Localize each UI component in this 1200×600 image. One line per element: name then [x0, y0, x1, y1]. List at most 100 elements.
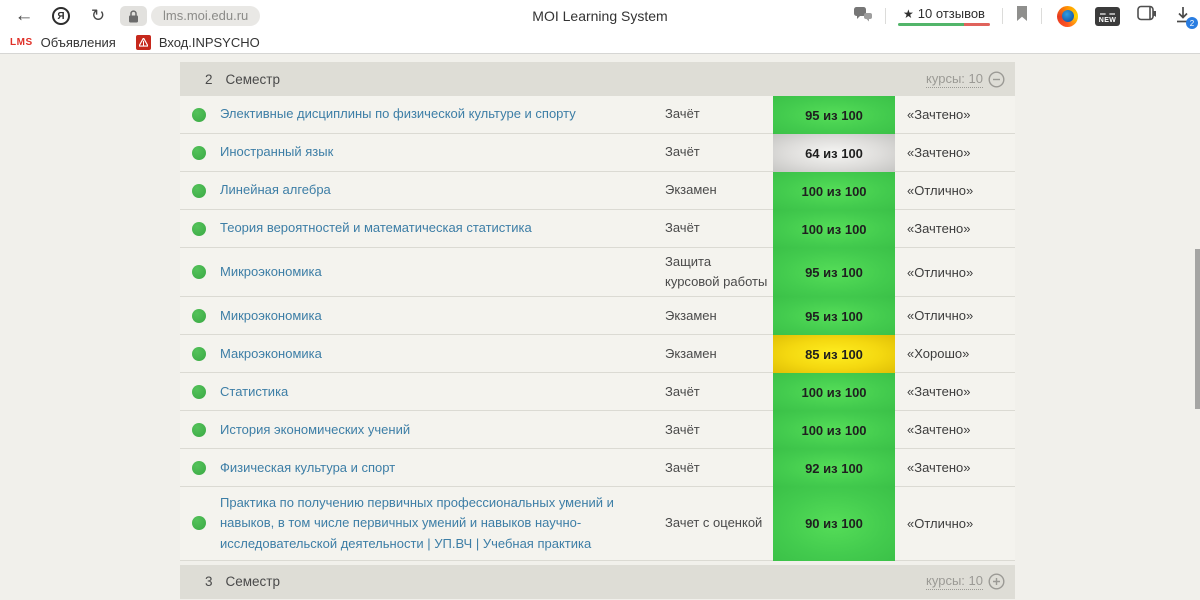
course-link[interactable]: Микроэкономика: [220, 306, 322, 326]
exam-type: Зачёт: [665, 459, 700, 475]
course-cell: Линейная алгебра: [180, 172, 665, 209]
course-link[interactable]: Практика по получению первичных професси…: [220, 493, 651, 553]
course-link[interactable]: Иностранный язык: [220, 142, 333, 162]
course-row: Теория вероятностей и математическая ста…: [180, 210, 1015, 248]
course-row: Иностранный язык Зачёт 64 из 100 «Зачтен…: [180, 134, 1015, 172]
grade: «Отлично»: [907, 264, 974, 280]
toolbar-right-cluster: ★ 10 отзывов NEW 2: [853, 0, 1198, 32]
reviews-label: 10 отзывов: [917, 6, 985, 21]
score-cell: 100 из 100: [773, 172, 895, 210]
collapse-icon[interactable]: [988, 70, 1005, 88]
course-cell: Практика по получению первичных професси…: [180, 487, 665, 559]
score-cell: 92 из 100: [773, 449, 895, 488]
grade: «Отлично»: [907, 183, 974, 198]
status-dot-icon: [192, 422, 206, 437]
course-cell: Статистика: [180, 373, 665, 410]
course-row: История экономических учений Зачёт 100 и…: [180, 411, 1015, 450]
semester-2-toggle[interactable]: курсы: 10: [926, 71, 1005, 88]
course-link[interactable]: Физическая культура и спорт: [220, 458, 395, 478]
semester-number: 3: [205, 574, 213, 590]
vertical-scrollbar[interactable]: [1195, 249, 1200, 409]
course-row: Физическая культура и спорт Зачёт 92 из …: [180, 449, 1015, 488]
exam-type: Экзамен: [665, 307, 717, 323]
star-icon: ★: [903, 6, 914, 21]
course-table-body: Элективные дисциплины по физической куль…: [180, 96, 1015, 561]
grades-table: 2 Семестр курсы: 10 Элективные дисциплин…: [180, 62, 1015, 599]
status-dot-icon: [192, 384, 206, 399]
course-link[interactable]: Теория вероятностей и математическая ста…: [220, 218, 532, 238]
semester-2-header: 2 Семестр курсы: 10: [180, 62, 1015, 96]
course-cell: Физическая культура и спорт: [180, 449, 665, 486]
separator: [1002, 8, 1003, 24]
expand-icon[interactable]: [988, 573, 1005, 590]
score-cell: 100 из 100: [773, 411, 895, 450]
score-cell: 100 из 100: [773, 210, 895, 248]
rating-bar: [898, 23, 990, 26]
bookmark-announcements[interactable]: Объявления: [41, 35, 116, 50]
course-link[interactable]: История экономических учений: [220, 420, 410, 440]
course-row: Статистика Зачёт 100 из 100 «Зачтено»: [180, 373, 1015, 412]
score-cell: 95 из 100: [773, 248, 895, 298]
status-dot-icon: [192, 346, 206, 361]
score-cell: 64 из 100: [773, 134, 895, 172]
course-link[interactable]: Макроэкономика: [220, 344, 322, 364]
status-dot-icon: [192, 460, 206, 475]
grade: «Зачтено»: [907, 422, 971, 438]
course-row: Микроэкономика Экзамен 95 из 100 «Отличн…: [180, 297, 1015, 336]
course-cell: Микроэкономика: [180, 248, 665, 296]
new-badge-dash: [1100, 12, 1115, 15]
grade: «Зачтено»: [907, 221, 971, 236]
browser-toolbar: ← Я ↻ lms.moi.edu.ru MOI Learning System…: [0, 0, 1200, 32]
lms-favicon: LMS: [10, 37, 33, 48]
side-panel-icon[interactable]: [1137, 5, 1157, 27]
course-link[interactable]: Элективные дисциплины по физической куль…: [220, 104, 576, 124]
exam-type: Экзамен: [665, 345, 717, 361]
downloads-count-badge: 2: [1186, 17, 1198, 29]
grade: «Зачтено»: [907, 460, 971, 476]
exam-type: Защита курсовой работы: [665, 254, 768, 290]
bookmark-icon[interactable]: [1016, 5, 1028, 27]
courses-count-link[interactable]: курсы: 10: [926, 71, 983, 88]
inpsycho-favicon: [135, 35, 151, 50]
exam-type: Зачёт: [665, 421, 700, 437]
course-cell: Теория вероятностей и математическая ста…: [180, 210, 665, 247]
extension-icon-center: [1061, 10, 1074, 22]
extension-icon[interactable]: [1057, 5, 1078, 27]
courses-count-link[interactable]: курсы: 10: [926, 573, 983, 591]
grade: «Зачтено»: [907, 107, 971, 122]
course-link[interactable]: Микроэкономика: [220, 262, 322, 282]
exam-type: Зачет с оценкой: [665, 515, 763, 531]
course-row: Макроэкономика Экзамен 85 из 100 «Хорошо…: [180, 335, 1015, 374]
new-extension-icon[interactable]: NEW: [1095, 6, 1120, 26]
course-link[interactable]: Статистика: [220, 382, 288, 402]
course-row: Практика по получению первичных професси…: [180, 487, 1015, 561]
semester-label: Семестр: [225, 574, 281, 590]
course-row: Элективные дисциплины по физической куль…: [180, 96, 1015, 134]
grade: «Отлично»: [907, 308, 974, 324]
score-cell: 85 из 100: [773, 335, 895, 374]
semester-3-header: 3 Семестр курсы: 10: [180, 564, 1015, 599]
exam-type: Зачёт: [665, 106, 700, 122]
score-cell: 100 из 100: [773, 373, 895, 412]
downloads-button[interactable]: 2: [1174, 5, 1198, 29]
score-cell: 95 из 100: [773, 96, 895, 134]
separator: [885, 8, 886, 24]
exam-type: Зачёт: [665, 144, 700, 160]
course-cell: Макроэкономика: [180, 335, 665, 372]
status-dot-icon: [192, 221, 206, 236]
course-link[interactable]: Линейная алгебра: [220, 180, 331, 200]
course-cell: История экономических учений: [180, 411, 665, 448]
grade: «Зачтено»: [907, 145, 971, 160]
status-dot-icon: [192, 107, 206, 122]
bookmark-inpsycho[interactable]: Вход.INPSYCHO: [159, 35, 260, 50]
course-cell: Микроэкономика: [180, 297, 665, 334]
status-dot-icon: [192, 308, 206, 323]
semester-3-toggle[interactable]: курсы: 10: [926, 573, 1005, 591]
protect-icon[interactable]: [853, 5, 873, 28]
reviews-button[interactable]: ★ 10 отзывов: [898, 6, 990, 26]
separator: [1041, 8, 1042, 24]
grade: «Зачтено»: [907, 384, 971, 400]
status-dot-icon: [192, 516, 206, 531]
course-cell: Иностранный язык: [180, 134, 665, 171]
exam-type: Экзамен: [665, 182, 717, 198]
